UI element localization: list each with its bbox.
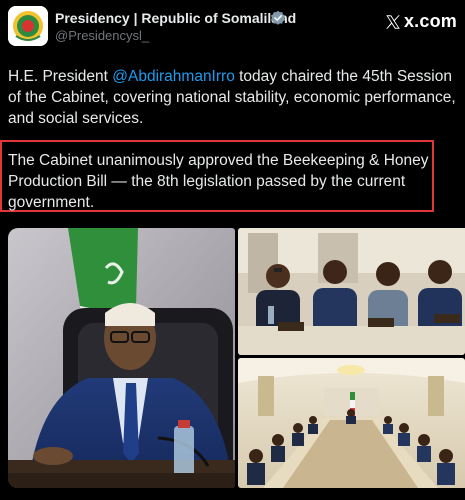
x-logo-icon <box>386 14 400 29</box>
mention-link[interactable]: @AbdirahmanIrro <box>112 68 235 85</box>
post-header: Presidency | Republic of Somaliland @Pre… <box>0 0 465 56</box>
president-portrait-photo[interactable] <box>8 228 235 488</box>
cabinet-members-photo[interactable] <box>238 228 465 355</box>
post-text-intro: H.E. President <box>8 68 113 85</box>
presidency-emblem-icon <box>8 6 48 46</box>
account-name[interactable]: Presidency | Republic of Somaliland <box>55 10 296 26</box>
account-handle[interactable]: @Presidencysl_ <box>55 28 149 43</box>
highlight-box: The Cabinet unanimously approved the Bee… <box>0 140 434 212</box>
avatar[interactable] <box>8 6 48 46</box>
brand-text: x.com <box>403 11 457 31</box>
post-text: H.E. President @AbdirahmanIrro today cha… <box>8 66 458 129</box>
highlight-text: The Cabinet unanimously approved the Bee… <box>8 152 429 211</box>
cabinet-hall-photo[interactable] <box>238 358 465 488</box>
brand-mark: x.com <box>384 11 457 32</box>
verified-badge-icon <box>271 10 285 25</box>
